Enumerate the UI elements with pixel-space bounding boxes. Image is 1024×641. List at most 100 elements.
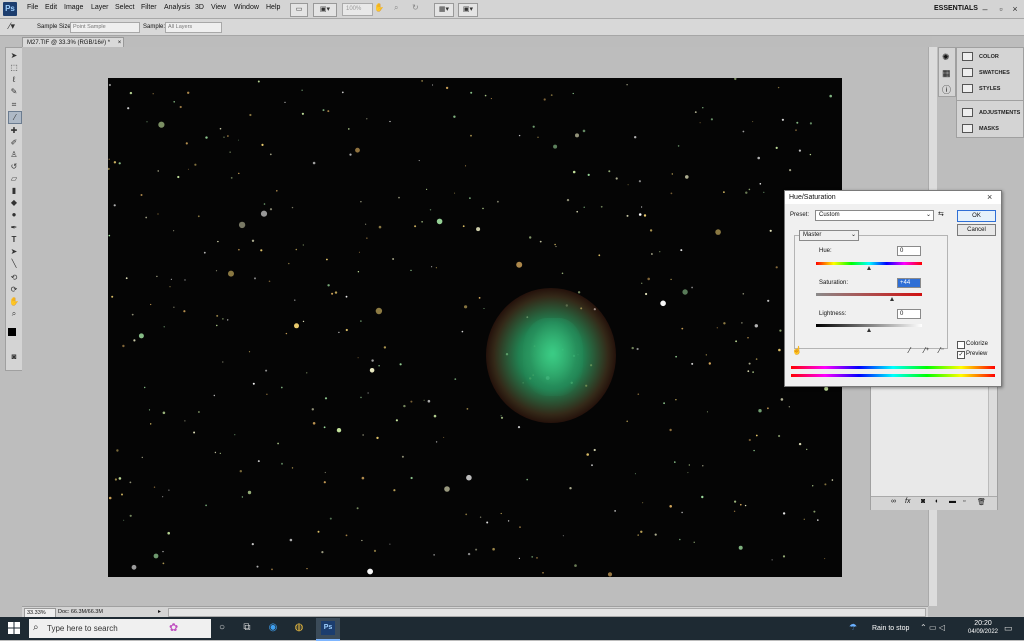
move-tool-icon[interactable]: ➤ [8, 50, 20, 61]
histogram-icon[interactable]: ▦ [942, 68, 951, 79]
minimize-icon[interactable]: – [978, 2, 992, 16]
menu-select[interactable]: Select [115, 4, 134, 11]
new-adjustment-layer-icon[interactable]: ◐ [935, 498, 939, 505]
tab-close-icon[interactable]: × [118, 40, 122, 46]
close-icon[interactable]: × [1008, 2, 1022, 16]
dialog-titlebar[interactable]: Hue/Saturation × [785, 191, 1001, 204]
lasso-tool-icon[interactable]: ℓ [8, 74, 20, 85]
status-menu-arrow-icon[interactable]: ▸ [158, 608, 161, 615]
menu-help[interactable]: Help [266, 4, 280, 11]
menu-3d[interactable]: 3D [195, 4, 204, 11]
dodge-tool-icon[interactable]: ● [8, 209, 20, 220]
weather-icon[interactable]: ☂ [849, 622, 857, 633]
saturation-input[interactable]: +44 [897, 278, 921, 288]
gradient-tool-icon[interactable]: ▮ [8, 185, 20, 196]
panel-swatches[interactable]: SWATCHES [959, 66, 1010, 80]
menu-edit[interactable]: Edit [45, 4, 57, 11]
layers-scrollbar[interactable] [988, 386, 997, 496]
ok-button[interactable]: OK [957, 210, 996, 222]
horizontal-scrollbar[interactable] [168, 608, 926, 617]
zoom-tool-icon[interactable]: ⌕ [8, 308, 20, 319]
workspace-switcher[interactable]: ESSENTIALS [934, 5, 978, 12]
targeted-adjustment-icon[interactable]: ☝ [792, 346, 802, 355]
saturation-slider-thumb[interactable] [889, 297, 894, 301]
hand-tool-icon[interactable]: ✋ [374, 3, 384, 12]
healing-brush-tool-icon[interactable]: ✚ [8, 125, 20, 136]
zoom-level-box[interactable]: 100% [342, 3, 373, 16]
screen-mode-icon[interactable]: ▣▾ [313, 3, 337, 17]
volume-icon[interactable]: ◁ [939, 623, 945, 632]
windows-start-icon[interactable] [8, 622, 20, 634]
panel-color[interactable]: COLOR [959, 50, 999, 64]
clock-date[interactable]: 04/09/2022 [962, 629, 1004, 635]
link-layers-icon[interactable]: ∞ [891, 498, 896, 505]
brush-tool-icon[interactable]: ✐ [8, 137, 20, 148]
path-selection-tool-icon[interactable]: ➤ [8, 246, 20, 257]
panel-styles[interactable]: STYLES [959, 82, 1000, 96]
menu-layer[interactable]: Layer [91, 4, 109, 11]
menu-analysis[interactable]: Analysis [164, 4, 190, 11]
arrange-documents-icon[interactable]: ▦▾ [434, 3, 454, 17]
colorize-checkbox[interactable] [957, 341, 965, 349]
cortana-icon[interactable]: ○ [215, 621, 229, 635]
hue-slider-track[interactable] [816, 262, 922, 265]
new-layer-icon[interactable]: ▫ [963, 498, 965, 505]
screen-toggle-icon[interactable]: ▣▾ [458, 3, 478, 17]
lightness-slider-thumb[interactable] [866, 328, 871, 332]
3d-rotate-tool-icon[interactable]: ⟲ [8, 272, 20, 283]
taskbar-search-box[interactable]: ⌕ Type here to search ✿ [29, 619, 211, 638]
system-tray[interactable]: ⌃ ▭ ◁ [920, 623, 945, 632]
task-view-icon[interactable]: ⧉ [240, 621, 254, 635]
quick-mask-icon[interactable]: ◙ [8, 351, 20, 362]
saturation-slider-track[interactable] [816, 293, 922, 296]
eyedropper-tool-icon[interactable]: ⁄ [8, 111, 22, 124]
menu-file[interactable]: File [27, 4, 38, 11]
clone-stamp-tool-icon[interactable]: ♙ [8, 149, 20, 160]
cancel-button[interactable]: Cancel [957, 224, 996, 236]
hue-input[interactable]: 0 [897, 246, 921, 256]
taskbar-photoshop-button[interactable]: Ps [316, 618, 340, 641]
menu-image[interactable]: Image [64, 4, 83, 11]
preset-options-icon[interactable]: ⇆ [938, 210, 944, 218]
type-tool-icon[interactable]: T [8, 234, 20, 245]
delete-layer-icon[interactable]: 🗑 [977, 498, 986, 506]
eyedropper-plus-icon[interactable]: ⁄⁺ [924, 346, 930, 355]
marquee-tool-icon[interactable]: ⬚ [8, 62, 20, 73]
document-image[interactable] [108, 78, 842, 577]
chrome-icon[interactable]: ◍ [292, 621, 306, 635]
preset-select[interactable]: Custom ⌄ [815, 210, 934, 221]
bridge-icon[interactable]: ▭ [290, 3, 308, 17]
preview-checkbox[interactable]: ✓ [957, 351, 965, 359]
dialog-close-icon[interactable]: × [987, 192, 992, 203]
blur-tool-icon[interactable]: ◆ [8, 197, 20, 208]
new-group-icon[interactable]: ▬ [949, 498, 956, 505]
info-icon[interactable]: ⓘ [942, 83, 951, 96]
eraser-tool-icon[interactable]: ▱ [8, 173, 20, 184]
notifications-icon[interactable]: ▭ [1004, 623, 1013, 634]
sample-size-select[interactable]: Point Sample [70, 22, 140, 33]
menu-filter[interactable]: Filter [141, 4, 157, 11]
crop-tool-icon[interactable]: ⌗ [8, 99, 20, 110]
lightness-input[interactable]: 0 [897, 309, 921, 319]
panel-masks[interactable]: MASKS [959, 122, 999, 136]
eyedropper-minus-icon[interactable]: ⁄⁻ [939, 346, 945, 355]
eyedropper-icon[interactable]: ⁄ [909, 346, 910, 355]
foreground-color-swatch[interactable] [8, 328, 16, 336]
network-icon[interactable]: ▭ [929, 623, 937, 632]
tray-chevron-icon[interactable]: ⌃ [920, 623, 927, 632]
lightness-slider-track[interactable] [816, 324, 922, 327]
rotate-view-icon[interactable]: ↻ [412, 3, 419, 12]
edge-icon[interactable]: ◉ [266, 621, 280, 635]
menu-window[interactable]: Window [234, 4, 259, 11]
gear-icon[interactable]: ✺ [942, 52, 950, 63]
layer-style-icon[interactable]: fx [905, 498, 910, 505]
history-brush-tool-icon[interactable]: ↺ [8, 161, 20, 172]
add-mask-icon[interactable]: ◙ [921, 498, 925, 505]
channel-select[interactable]: Master ⌄ [799, 230, 859, 241]
hue-slider-thumb[interactable] [866, 266, 871, 270]
menu-view[interactable]: View [211, 4, 226, 11]
clock-time[interactable]: 20:20 [966, 620, 1000, 627]
3d-orbit-tool-icon[interactable]: ⟳ [8, 284, 20, 295]
hand-tool-icon[interactable]: ✋ [8, 296, 20, 307]
pen-tool-icon[interactable]: ✒ [8, 222, 20, 233]
